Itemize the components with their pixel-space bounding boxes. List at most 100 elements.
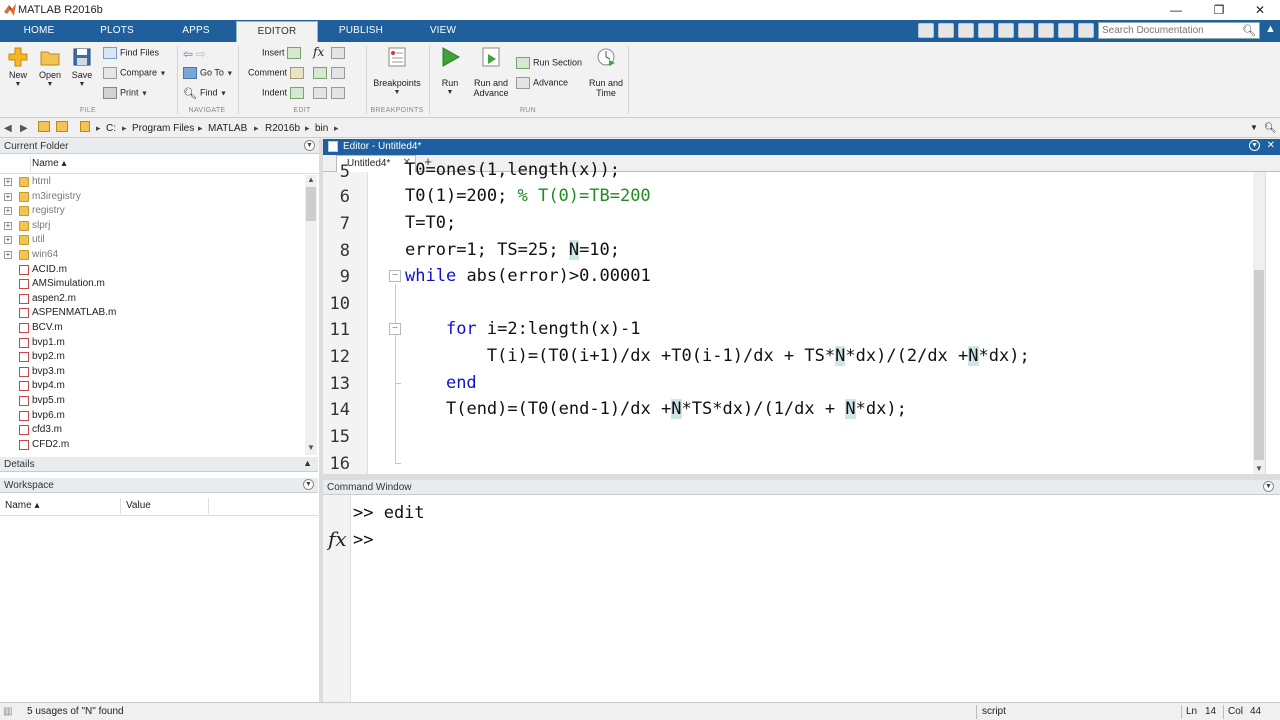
editor-close-icon[interactable]: ✕: [1267, 140, 1275, 151]
command-window-actions-icon[interactable]: ▼: [1263, 481, 1274, 492]
path-crumb-c[interactable]: C:: [106, 123, 116, 134]
run-button[interactable]: Run ▼: [436, 46, 464, 98]
editor-actions-icon[interactable]: ▼: [1249, 140, 1260, 151]
file-item[interactable]: ASPENMATLAB.m: [0, 307, 305, 322]
save-button[interactable]: Save ▼: [69, 46, 95, 90]
file-item[interactable]: ACID.m: [0, 264, 305, 279]
switch-windows-icon[interactable]: [1058, 23, 1074, 38]
expand-folder-icon[interactable]: +: [4, 251, 12, 259]
wrap-comments-icon[interactable]: [313, 67, 327, 79]
minimize-button[interactable]: —: [1168, 2, 1184, 18]
find-button[interactable]: 🔍︎ Find ▼: [183, 87, 227, 100]
file-item[interactable]: bvp5.m: [0, 395, 305, 410]
folder-scroll-thumb[interactable]: [306, 187, 316, 221]
expand-toolstrip-icon[interactable]: ▲: [1265, 23, 1276, 35]
command-window-body[interactable]: [323, 495, 1280, 702]
fold-while-icon[interactable]: −: [389, 270, 401, 282]
tab-view[interactable]: VIEW: [402, 21, 484, 42]
folder-item[interactable]: + util: [0, 234, 305, 249]
save-quick-icon[interactable]: [938, 23, 954, 38]
folder-item[interactable]: + win64: [0, 249, 305, 264]
path-crumb-r2016b[interactable]: R2016b: [265, 123, 300, 134]
folder-item[interactable]: + html: [0, 176, 305, 191]
back-forward-buttons[interactable]: ⇦ ⇨: [183, 47, 206, 61]
file-item[interactable]: CFD2.m: [0, 439, 305, 454]
run-and-advance-button[interactable]: Run and Advance: [472, 46, 510, 98]
open-button[interactable]: Open ▼: [37, 46, 63, 90]
copy-icon[interactable]: [978, 23, 994, 38]
file-item[interactable]: bvp3.m: [0, 366, 305, 381]
fold-for-icon[interactable]: −: [389, 323, 401, 335]
help-quick-icon[interactable]: [1078, 23, 1094, 38]
undo-icon[interactable]: [1018, 23, 1034, 38]
details-panel-header[interactable]: Details ▲: [0, 457, 318, 472]
compare-button[interactable]: Compare ▼: [103, 67, 166, 79]
layout-icon[interactable]: [918, 23, 934, 38]
insert-button[interactable]: Insert: [262, 47, 304, 59]
folder-item[interactable]: + slprj: [0, 220, 305, 235]
up-folder-icon[interactable]: [38, 121, 50, 132]
path-crumb-program-files[interactable]: Program Files: [132, 123, 194, 134]
address-forward-icon[interactable]: ▶: [20, 123, 28, 134]
insert-function-button[interactable]: fx: [313, 45, 324, 59]
file-item[interactable]: bvp2.m: [0, 351, 305, 366]
folder-item[interactable]: + registry: [0, 205, 305, 220]
path-crumb-matlab[interactable]: MATLAB: [208, 123, 247, 134]
function-browser-icon[interactable]: fx: [328, 527, 347, 551]
search-icon[interactable]: 🔍︎: [1242, 24, 1256, 37]
comment-button[interactable]: Comment: [248, 67, 307, 79]
run-section-button[interactable]: Run Section: [516, 57, 582, 69]
print-button[interactable]: Print ▼: [103, 87, 148, 99]
new-button[interactable]: New ▼: [5, 46, 31, 90]
advance-button[interactable]: Advance: [516, 77, 568, 89]
expand-folder-icon[interactable]: +: [4, 221, 12, 230]
workspace-body[interactable]: [0, 517, 318, 702]
file-item[interactable]: cfd3.m: [0, 424, 305, 439]
scroll-up-icon[interactable]: ▲: [305, 175, 317, 185]
cut-icon[interactable]: [958, 23, 974, 38]
expand-folder-icon[interactable]: +: [4, 207, 12, 216]
run-and-time-button[interactable]: Run and Time: [588, 46, 624, 98]
paste-icon[interactable]: [998, 23, 1014, 38]
panel-actions-icon[interactable]: ▼: [304, 140, 315, 151]
tab-apps[interactable]: APPS: [156, 21, 236, 42]
command-prompt[interactable]: >>: [353, 530, 373, 550]
details-expand-icon[interactable]: ▲: [303, 458, 312, 468]
restore-button[interactable]: ❐: [1211, 2, 1227, 18]
increase-indent-icon[interactable]: [313, 87, 327, 99]
editor-scroll-down-icon[interactable]: ▼: [1253, 464, 1265, 474]
breakpoints-button[interactable]: Breakpoints ▼: [370, 46, 424, 98]
workspace-actions-icon[interactable]: ▼: [303, 479, 314, 490]
file-item[interactable]: AMSimulation.m: [0, 278, 305, 293]
path-crumb-bin[interactable]: bin: [315, 123, 328, 134]
decrease-indent-icon[interactable]: [331, 87, 345, 99]
file-item[interactable]: BCV.m: [0, 322, 305, 337]
folder-scrollbar[interactable]: ▲ ▼: [305, 175, 317, 455]
workspace-value-column[interactable]: Value: [126, 500, 151, 511]
go-to-button[interactable]: Go To ▼: [183, 67, 233, 79]
browse-folder-icon[interactable]: [56, 121, 68, 132]
tab-plots[interactable]: PLOTS: [78, 21, 156, 42]
file-item[interactable]: bvp4.m: [0, 380, 305, 395]
close-window-button[interactable]: ✕: [1252, 2, 1268, 18]
file-item[interactable]: bvp6.m: [0, 410, 305, 425]
folder-item[interactable]: + m3iregistry: [0, 191, 305, 206]
tab-publish[interactable]: PUBLISH: [320, 21, 402, 42]
file-item[interactable]: bvp1.m: [0, 337, 305, 352]
address-dropdown-icon[interactable]: ▼: [1250, 123, 1258, 132]
editor-scroll-thumb[interactable]: [1254, 270, 1264, 460]
smart-indent-icon[interactable]: [331, 67, 345, 79]
file-item[interactable]: aspen2.m: [0, 293, 305, 308]
expand-folder-icon[interactable]: +: [4, 192, 12, 201]
name-column-header[interactable]: Name ▴: [32, 158, 66, 169]
address-back-icon[interactable]: ◀: [4, 123, 12, 134]
tab-home[interactable]: HOME: [0, 21, 78, 42]
expand-folder-icon[interactable]: +: [4, 178, 12, 186]
address-search-icon[interactable]: 🔍︎: [1264, 123, 1277, 134]
redo-icon[interactable]: [1038, 23, 1054, 38]
expand-folder-icon[interactable]: +: [4, 236, 12, 245]
insert-section-icon[interactable]: [331, 47, 345, 59]
indent-button[interactable]: Indent: [262, 87, 307, 99]
scroll-down-icon[interactable]: ▼: [305, 443, 317, 453]
tab-editor[interactable]: EDITOR: [236, 21, 318, 42]
